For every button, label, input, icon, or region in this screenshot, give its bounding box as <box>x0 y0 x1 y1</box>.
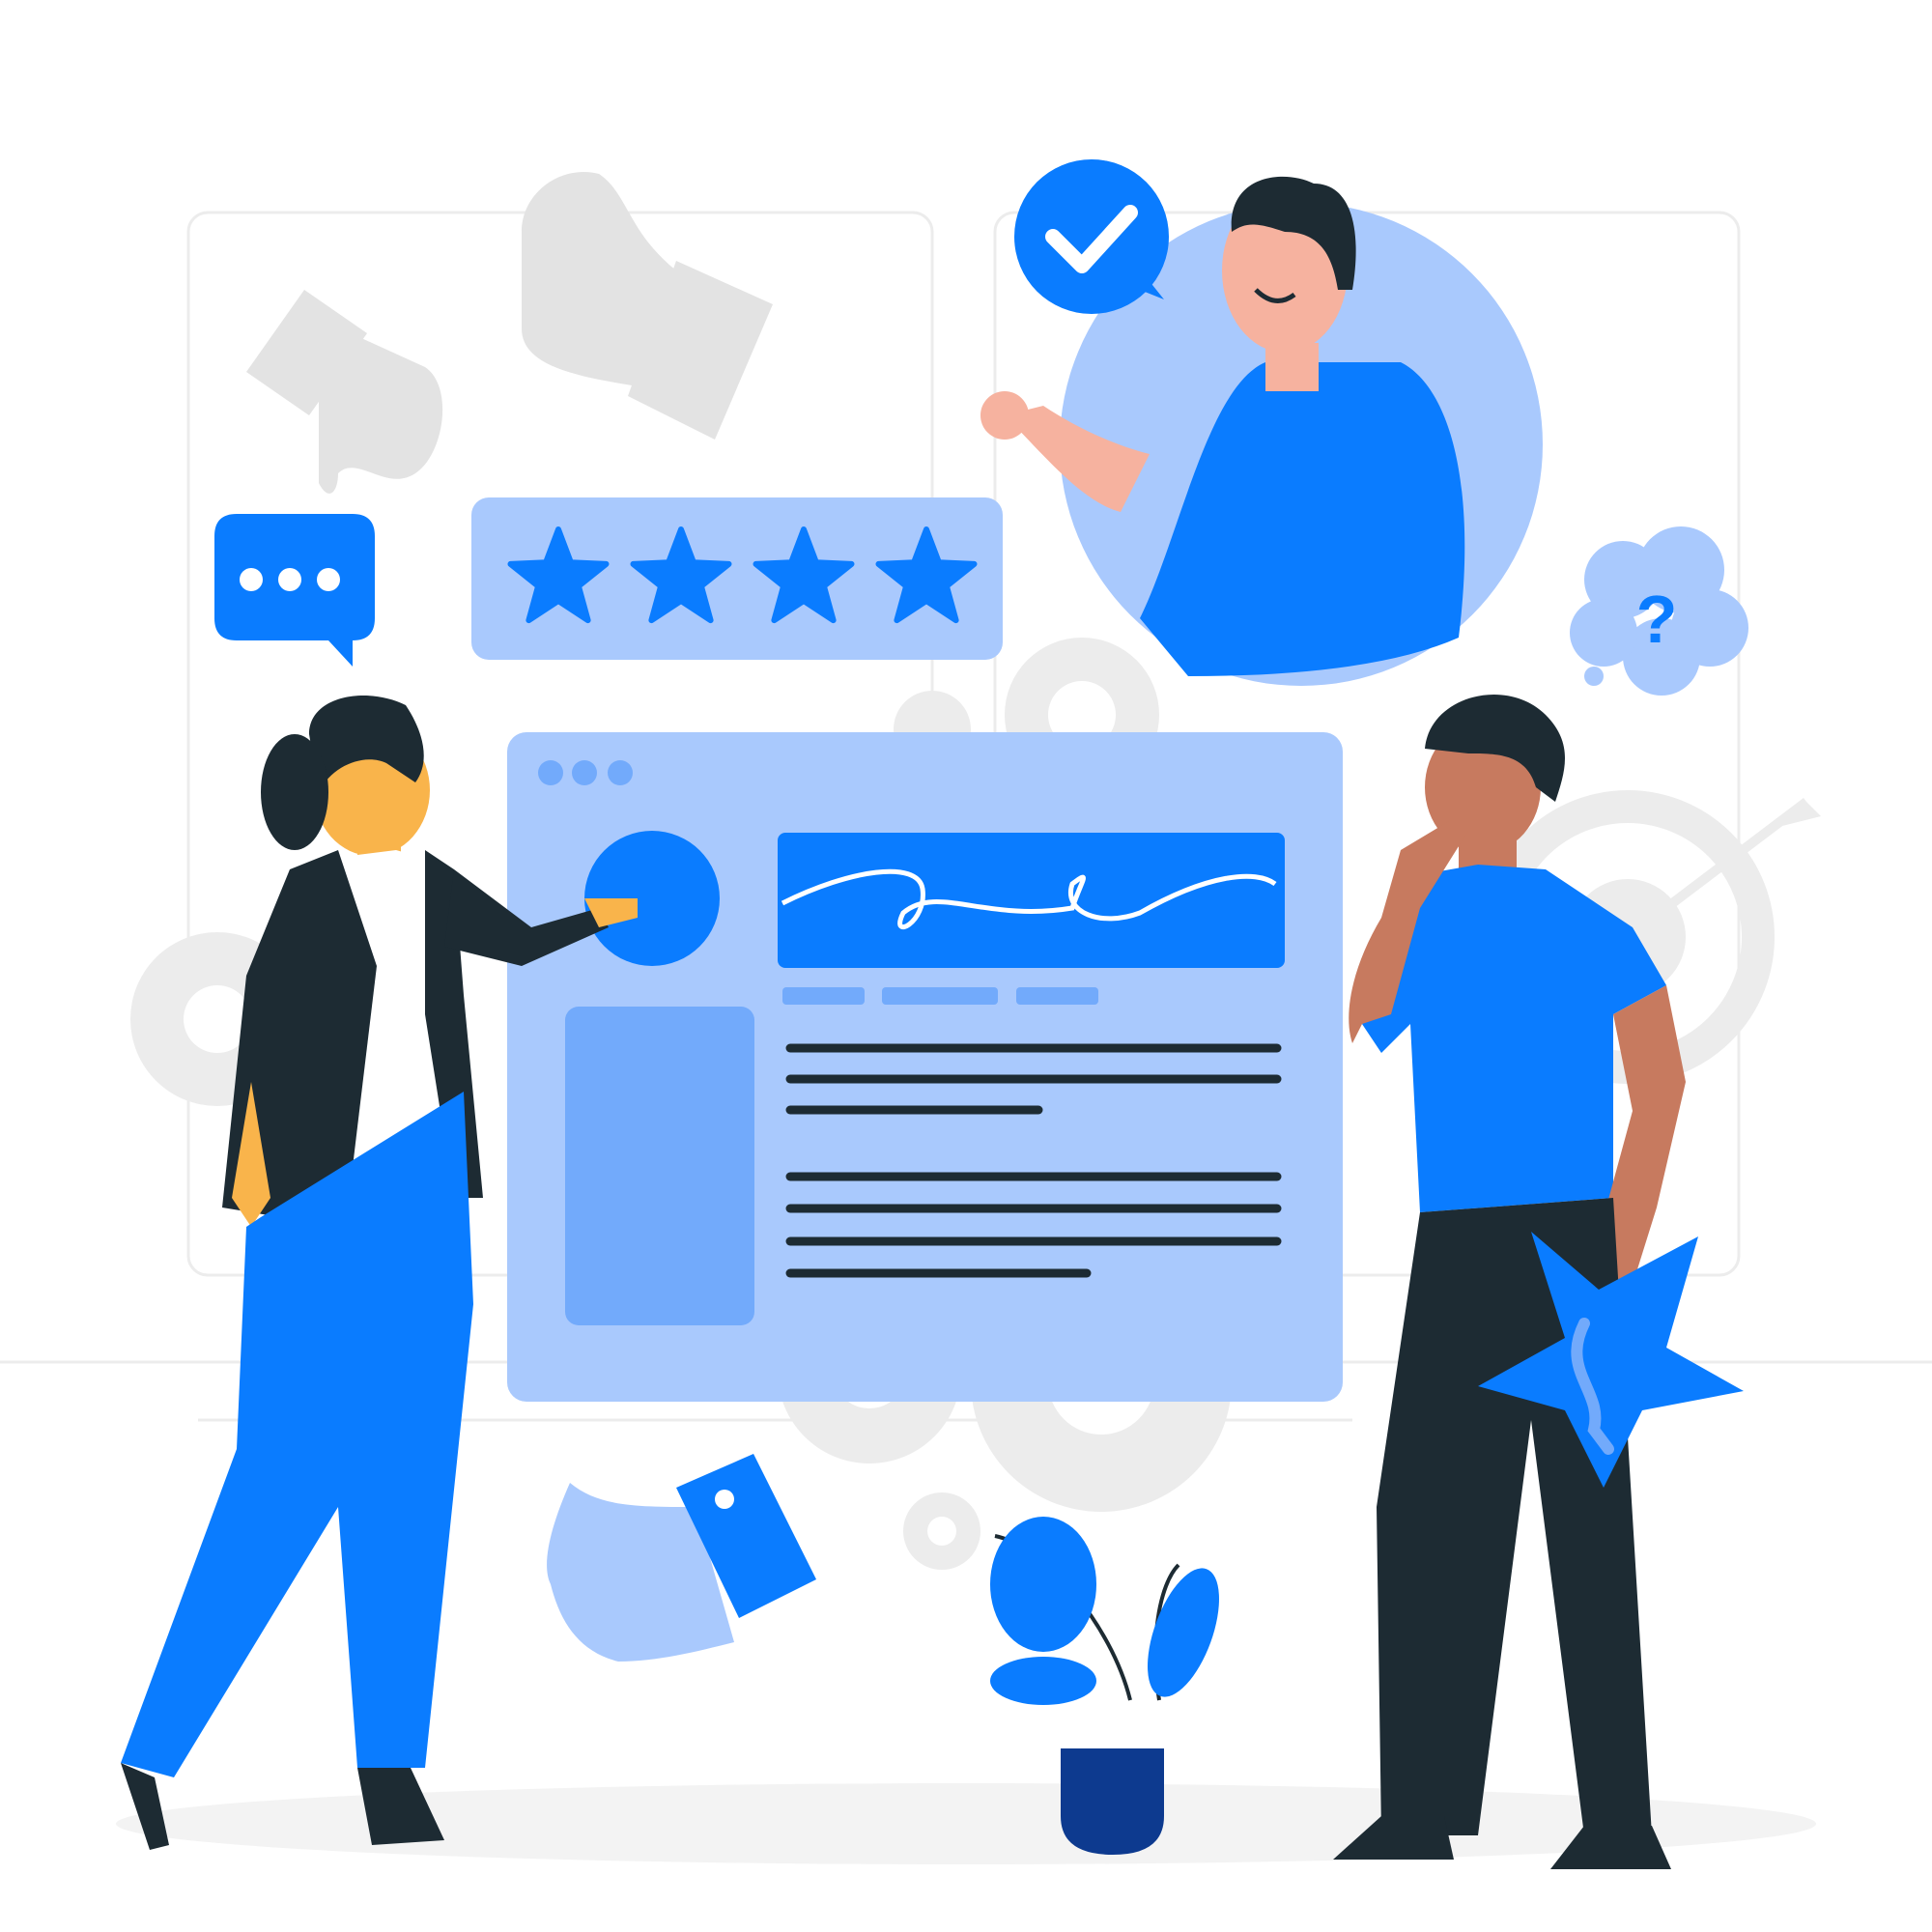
question-mark-cloud-icon: ? <box>1570 526 1748 696</box>
image-placeholder <box>565 1007 754 1325</box>
feedback-illustration: ? <box>0 159 1932 1869</box>
chat-bubble-ellipsis-icon <box>214 514 375 667</box>
question-glyph: ? <box>1636 582 1678 657</box>
checkmark-badge-icon <box>1014 159 1169 314</box>
thumbs-up-blue-icon <box>547 1454 816 1662</box>
browser-window <box>507 732 1343 1402</box>
hero-banner <box>778 833 1285 968</box>
thumbs-down-gray-icon <box>246 290 443 494</box>
rating-card <box>471 497 1003 660</box>
